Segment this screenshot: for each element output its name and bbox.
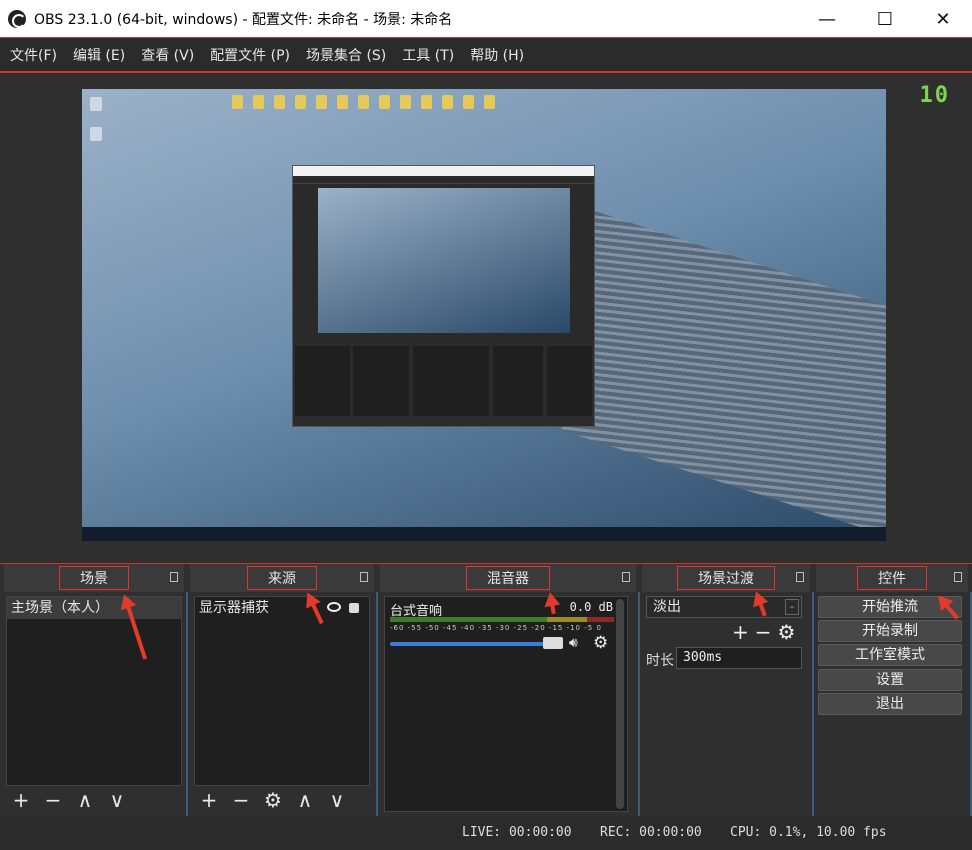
remove-scene-button[interactable]: − — [42, 788, 64, 812]
volume-slider-handle[interactable] — [543, 637, 563, 649]
visibility-eye-icon[interactable] — [327, 602, 341, 612]
source-item-label: 显示器捕获 — [199, 600, 269, 616]
volume-slider-track[interactable] — [390, 642, 558, 646]
source-properties-gear-icon[interactable]: ⚙ — [262, 788, 284, 812]
menu-scene-collection[interactable]: 场景集合 (S) — [306, 45, 386, 65]
float-icon[interactable] — [360, 572, 368, 582]
scenes-dock-title: 场景 — [59, 566, 129, 590]
source-item[interactable]: 显示器捕获 — [195, 597, 369, 619]
desktop-top-icons — [232, 95, 495, 109]
remove-source-button[interactable]: − — [230, 788, 252, 812]
move-source-up-button[interactable]: ∧ — [294, 788, 316, 812]
menu-help[interactable]: 帮助 (H) — [470, 45, 524, 65]
transitions-dock-title: 场景过渡 — [677, 566, 775, 590]
controls-dock-title: 控件 — [857, 566, 927, 590]
scenes-dock: 主场景（本人） + − ∧ ∨ — [0, 592, 186, 816]
nested-preview — [318, 188, 570, 333]
lock-icon[interactable] — [349, 603, 359, 613]
move-scene-down-button[interactable]: ∨ — [106, 788, 128, 812]
start-recording-button[interactable]: 开始录制 — [818, 620, 962, 642]
mixer-dock: 台式音响 0.0 dB -60 -55 -50 -45 -40 -35 -30 … — [378, 592, 638, 816]
speaker-icon[interactable]: 🔊︎ — [569, 635, 578, 651]
desktop-left-icons — [90, 97, 102, 157]
add-transition-button[interactable]: + — [732, 620, 749, 644]
mixer-dock-header: 混音器 — [380, 564, 636, 592]
sources-dock-header: 来源 — [190, 564, 374, 592]
scene-item[interactable]: 主场景（本人） — [7, 597, 181, 619]
controls-dock: 开始推流 开始录制 工作室模式 设置 退出 — [814, 592, 970, 816]
menu-edit[interactable]: 编辑 (E) — [73, 45, 125, 65]
menu-bar: 文件(F) 编辑 (E) 查看 (V) 配置文件 (P) 场景集合 (S) 工具… — [0, 38, 972, 72]
preview-canvas[interactable] — [82, 89, 886, 541]
gear-icon[interactable]: ⚙ — [593, 633, 608, 653]
float-icon[interactable] — [796, 572, 804, 582]
sources-list[interactable]: 显示器捕获 — [194, 596, 370, 786]
mixer-panel: 台式音响 0.0 dB -60 -55 -50 -45 -40 -35 -30 … — [384, 596, 628, 812]
mixer-scrollbar[interactable] — [616, 599, 624, 809]
nested-docks — [293, 338, 594, 426]
status-bar: LIVE: 00:00:00 REC: 00:00:00 CPU: 0.1%, … — [0, 816, 972, 850]
move-scene-up-button[interactable]: ∧ — [74, 788, 96, 812]
studio-mode-button[interactable]: 工作室模式 — [818, 644, 962, 666]
scenes-dock-header: 场景 — [4, 564, 184, 592]
nested-obs-window — [292, 165, 595, 427]
wallpaper-pier — [562, 200, 886, 538]
preview-overlay-text: 10 — [919, 83, 950, 108]
transition-selected-value: 淡出 — [653, 599, 681, 615]
add-source-button[interactable]: + — [198, 788, 220, 812]
volume-meter — [390, 617, 614, 622]
menu-tools[interactable]: 工具 (T) — [402, 45, 454, 65]
mixer-dock-title: 混音器 — [466, 566, 550, 590]
exit-button[interactable]: 退出 — [818, 693, 962, 715]
desktop-taskbar — [82, 527, 886, 541]
add-scene-button[interactable]: + — [10, 788, 32, 812]
preview-area[interactable]: 10 — [0, 72, 972, 564]
float-icon[interactable] — [170, 572, 178, 582]
scenes-toolbar: + − ∧ ∨ — [10, 788, 128, 812]
chevron-updown-icon[interactable]: ⌃ ⌄ — [785, 599, 799, 634]
window-title: OBS 23.1.0 (64-bit, windows) - 配置文件: 未命名… — [34, 11, 453, 28]
controls-dock-header: 控件 — [816, 564, 968, 592]
mixer-db-readout: 0.0 dB — [569, 600, 613, 614]
title-bar: OBS 23.1.0 (64-bit, windows) - 配置文件: 未命名… — [0, 0, 972, 38]
move-source-down-button[interactable]: ∨ — [326, 788, 348, 812]
obs-logo-icon — [8, 9, 26, 28]
maximize-button[interactable]: ☐ — [856, 0, 914, 38]
gear-icon[interactable]: ⚙ — [778, 620, 796, 644]
minimize-button[interactable]: — — [798, 0, 856, 38]
meter-scale: -60 -55 -50 -45 -40 -35 -30 -25 -20 -15 … — [390, 624, 602, 632]
transitions-dock: 淡出 ⌃ ⌄ + − ⚙ 时长 300ms — [640, 592, 812, 816]
sources-toolbar: + − ⚙ ∧ ∨ — [198, 788, 348, 812]
rec-status: REC: 00:00:00 — [600, 825, 702, 840]
remove-transition-button[interactable]: − — [755, 620, 772, 644]
transitions-dock-header: 场景过渡 — [642, 564, 810, 592]
settings-button[interactable]: 设置 — [818, 669, 962, 691]
menu-profile[interactable]: 配置文件 (P) — [210, 45, 290, 65]
float-icon[interactable] — [954, 572, 962, 582]
sources-dock-title: 来源 — [247, 566, 317, 590]
menu-view[interactable]: 查看 (V) — [141, 45, 194, 65]
live-status: LIVE: 00:00:00 — [462, 825, 572, 840]
dock-headers: 场景 来源 混音器 场景过渡 控件 — [0, 564, 972, 592]
scenes-list[interactable]: 主场景（本人） — [6, 596, 182, 786]
float-icon[interactable] — [622, 572, 630, 582]
close-button[interactable]: ✕ — [914, 0, 972, 38]
transition-select[interactable]: 淡出 ⌃ ⌄ — [646, 596, 802, 634]
sources-dock: 显示器捕获 + − ⚙ ∧ ∨ — [188, 592, 376, 816]
duration-label: 时长 — [646, 653, 674, 669]
menu-file[interactable]: 文件(F) — [10, 45, 57, 65]
cpu-status: CPU: 0.1%, 10.00 fps — [730, 825, 887, 840]
transition-toolbar: + − ⚙ — [732, 620, 795, 644]
duration-input[interactable]: 300ms — [676, 647, 802, 669]
